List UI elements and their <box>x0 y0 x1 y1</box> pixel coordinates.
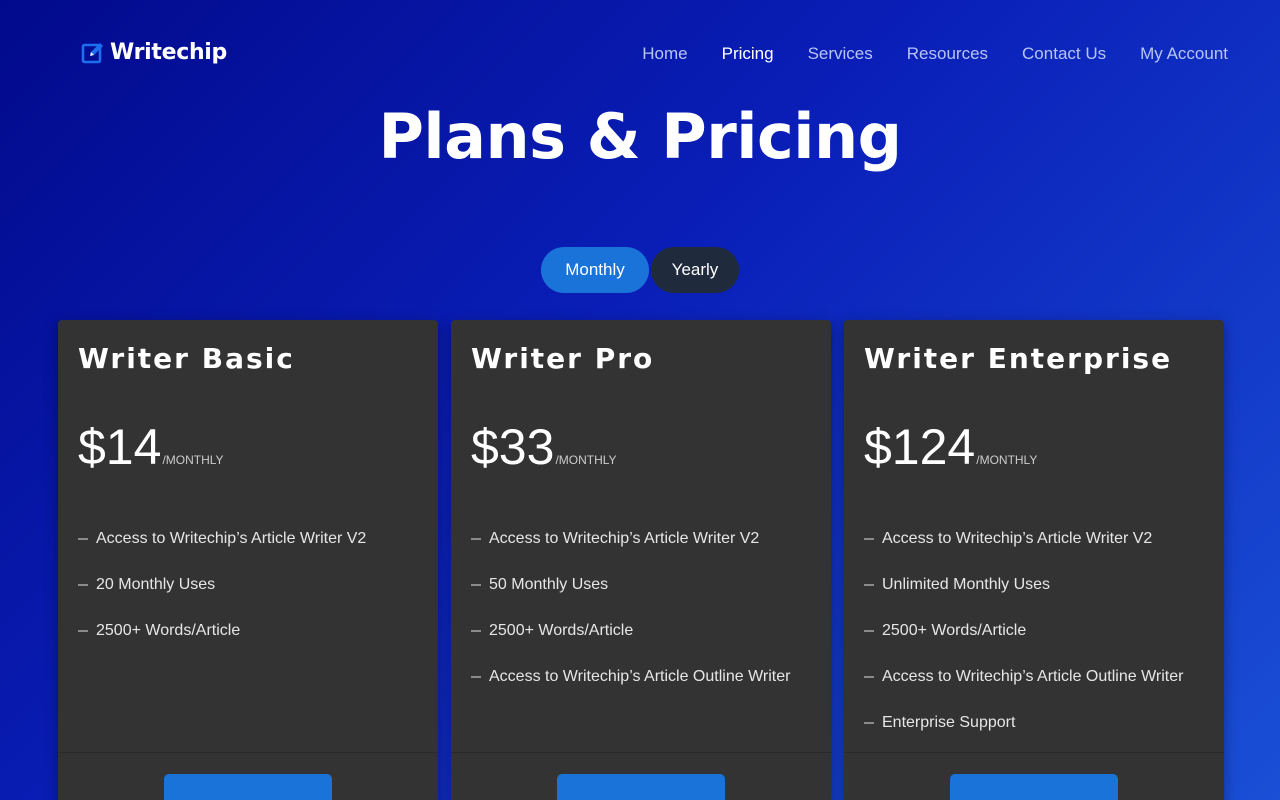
plan-name: Writer Pro <box>471 342 655 375</box>
dash-icon <box>864 722 874 724</box>
plan-name: Writer Enterprise <box>864 342 1173 375</box>
brand-logo[interactable]: Writechip <box>81 40 227 65</box>
price-amount: $124 <box>864 419 976 475</box>
dash-icon <box>471 676 481 678</box>
dash-icon <box>78 584 88 586</box>
feature-text: 2500+ Words/Article <box>96 622 241 639</box>
monthly-toggle-button[interactable]: Monthly <box>541 247 649 293</box>
price-period: /MONTHLY <box>976 453 1038 467</box>
card-divider <box>58 752 438 753</box>
feature-text: 2500+ Words/Article <box>882 622 1027 639</box>
feature-text: 2500+ Words/Article <box>489 622 634 639</box>
plan-name: Writer Basic <box>78 342 295 375</box>
site-header: Writechip Home Pricing Services Resource… <box>0 0 1280 110</box>
plan-card-basic: Writer Basic $14 /MONTHLY Access to Writ… <box>58 320 438 800</box>
billing-toggle: Monthly Yearly <box>541 247 739 293</box>
dash-icon <box>78 630 88 632</box>
card-divider <box>844 752 1224 753</box>
dash-icon <box>471 584 481 586</box>
page-title: Plans & Pricing <box>378 100 902 173</box>
price-amount: $14 <box>78 419 162 475</box>
feature-item: Access to Writechip’s Article Outline Wr… <box>471 654 790 700</box>
feature-text: Unlimited Monthly Uses <box>882 576 1051 593</box>
card-divider <box>451 752 831 753</box>
feature-item: 2500+ Words/Article <box>78 608 366 654</box>
feature-item: 20 Monthly Uses <box>78 562 366 608</box>
feature-list: Access to Writechip’s Article Writer V2 … <box>78 516 366 654</box>
price-period: /MONTHLY <box>162 453 224 467</box>
feature-text: Access to Writechip’s Article Writer V2 <box>489 530 760 547</box>
feature-text: Enterprise Support <box>882 714 1016 731</box>
dash-icon <box>864 676 874 678</box>
feature-text: Access to Writechip’s Article Writer V2 <box>882 530 1153 547</box>
nav-my-account[interactable]: My Account <box>1140 44 1228 64</box>
dash-icon <box>471 538 481 540</box>
nav-resources[interactable]: Resources <box>907 44 988 64</box>
select-plan-button[interactable]: SELECT PLAN <box>557 774 725 800</box>
dash-icon <box>864 630 874 632</box>
feature-item: 2500+ Words/Article <box>471 608 790 654</box>
pricing-cards: Writer Basic $14 /MONTHLY Access to Writ… <box>58 320 1224 800</box>
plan-price: $14 /MONTHLY <box>78 418 224 476</box>
nav-home[interactable]: Home <box>642 44 687 64</box>
nav-services[interactable]: Services <box>808 44 873 64</box>
feature-item: Access to Writechip’s Article Writer V2 <box>864 516 1183 562</box>
feature-item: Access to Writechip’s Article Writer V2 <box>78 516 366 562</box>
feature-item: 2500+ Words/Article <box>864 608 1183 654</box>
dash-icon <box>78 538 88 540</box>
select-plan-button[interactable]: SELECT PLAN <box>164 774 332 800</box>
plan-price: $33 /MONTHLY <box>471 418 617 476</box>
plan-price: $124 /MONTHLY <box>864 418 1037 476</box>
edit-square-icon <box>81 41 105 65</box>
feature-item: 50 Monthly Uses <box>471 562 790 608</box>
yearly-toggle-button[interactable]: Yearly <box>651 247 739 293</box>
price-period: /MONTHLY <box>555 453 617 467</box>
select-plan-button[interactable]: SELECT PLAN <box>950 774 1118 800</box>
plan-card-pro: Writer Pro $33 /MONTHLY Access to Writec… <box>451 320 831 800</box>
price-amount: $33 <box>471 419 555 475</box>
feature-item: Access to Writechip’s Article Writer V2 <box>471 516 790 562</box>
dash-icon <box>864 538 874 540</box>
feature-item: Enterprise Support <box>864 700 1183 746</box>
nav-contact-us[interactable]: Contact Us <box>1022 44 1106 64</box>
nav-pricing[interactable]: Pricing <box>722 44 774 64</box>
feature-text: 50 Monthly Uses <box>489 576 609 593</box>
feature-text: Access to Writechip’s Article Outline Wr… <box>489 668 791 685</box>
dash-icon <box>471 630 481 632</box>
dash-icon <box>864 584 874 586</box>
feature-text: 20 Monthly Uses <box>96 576 216 593</box>
brand-name: Writechip <box>110 40 228 65</box>
feature-list: Access to Writechip’s Article Writer V2 … <box>471 516 790 700</box>
main-nav: Home Pricing Services Resources Contact … <box>642 44 1228 64</box>
feature-list: Access to Writechip’s Article Writer V2 … <box>864 516 1183 746</box>
feature-item: Access to Writechip’s Article Outline Wr… <box>864 654 1183 700</box>
feature-text: Access to Writechip’s Article Outline Wr… <box>882 668 1184 685</box>
feature-item: Unlimited Monthly Uses <box>864 562 1183 608</box>
feature-text: Access to Writechip’s Article Writer V2 <box>96 530 367 547</box>
plan-card-enterprise: Writer Enterprise $124 /MONTHLY Access t… <box>844 320 1224 800</box>
